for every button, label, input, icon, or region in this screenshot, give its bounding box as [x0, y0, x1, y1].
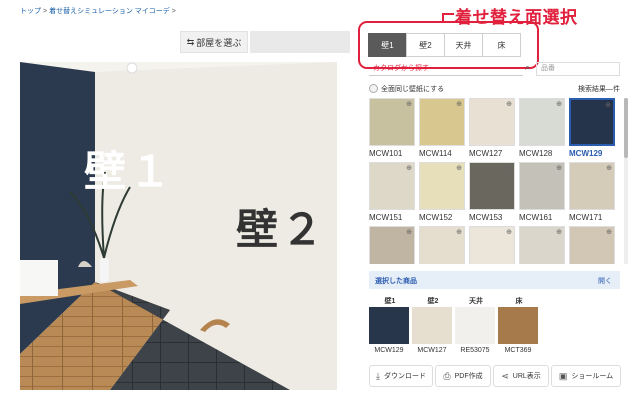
swatch-code: MCW152: [419, 213, 453, 222]
swatch-code: MCW151: [369, 213, 403, 222]
toolbar-spacer: [250, 31, 350, 53]
breadcrumb-trail-end: >: [171, 8, 176, 15]
selected-code: RE53075: [460, 347, 490, 354]
wallpaper-swatch[interactable]: ⊕: [369, 226, 415, 264]
surface-tabs: 壁1 壁2 天井 床: [368, 33, 521, 57]
swap-arrows-icon: ⇆: [186, 36, 194, 47]
breadcrumb-home[interactable]: トップ: [20, 8, 41, 15]
zoom-icon[interactable]: ⊕: [456, 228, 462, 236]
same-wallpaper-label[interactable]: 全面同じ壁紙にする: [381, 84, 444, 94]
selected-swatch[interactable]: [498, 307, 538, 344]
swatch-code: MCW161: [519, 213, 553, 222]
search-icon[interactable]: ⌕: [525, 62, 530, 73]
wallpaper-swatch[interactable]: ⊕: [569, 226, 615, 264]
wall-1-label: 壁１: [84, 148, 175, 195]
tab-wall-1[interactable]: 壁1: [368, 33, 407, 57]
swatch-code: MCW128: [519, 149, 553, 158]
wallpaper-swatch[interactable]: ⊕: [569, 98, 615, 146]
zoom-icon[interactable]: ⊕: [506, 164, 512, 172]
swatch-code: MCW153: [469, 213, 503, 222]
room-select-label: 部屋を選ぶ: [196, 37, 242, 48]
sku-search-input[interactable]: 品番: [536, 62, 620, 76]
swatch-code: MCW129: [569, 149, 603, 158]
swatch-code: MCW127: [469, 149, 503, 158]
swatch-grid: ⊕ MCW101 ⊕ MCW114 ⊕ MCW127 ⊕ MCW128 ⊕ MCW129 ⊕ MCW1…: [369, 98, 622, 264]
selected-code: MCW129: [374, 347, 404, 354]
selected-swatch[interactable]: [412, 307, 452, 344]
wallpaper-swatch[interactable]: ⊕: [469, 98, 515, 146]
swatch-code: MCW171: [569, 213, 603, 222]
swatch-code: MCW101: [369, 149, 403, 158]
wallpaper-swatch[interactable]: ⊕: [419, 98, 465, 146]
swatch-code: MCW114: [419, 149, 452, 158]
zoom-icon[interactable]: ⊕: [605, 101, 611, 109]
breadcrumb: トップ > 着せ替えシミュレーション マイコーデ >: [20, 8, 176, 15]
tab-ceiling[interactable]: 天井: [444, 33, 483, 57]
options-row: 全面同じ壁紙にする 検索結果―件: [369, 83, 620, 95]
zoom-icon[interactable]: ⊕: [556, 228, 562, 236]
selected-products-header: 選択した商品 開く: [369, 271, 620, 289]
wallpaper-swatch[interactable]: ⊕: [469, 226, 515, 264]
wallpaper-swatch[interactable]: ⊕: [369, 98, 415, 146]
selected-code: MCW127: [417, 347, 447, 354]
action-button[interactable]: ⎙ PDF作成: [435, 365, 491, 387]
action-button[interactable]: ⋖ URL表示: [493, 365, 549, 387]
wallpaper-swatch[interactable]: ⊕: [469, 162, 515, 210]
microwave: [20, 260, 58, 296]
tab-floor[interactable]: 床: [482, 33, 521, 57]
zoom-icon[interactable]: ⊕: [456, 164, 462, 172]
wall-2-label: 壁２: [236, 206, 327, 253]
catalog-search-link[interactable]: カタログから探す: [369, 62, 523, 76]
tab-wall-2[interactable]: 壁2: [406, 33, 445, 57]
swatch-scrollbar[interactable]: [624, 98, 628, 264]
wallpaper-swatch[interactable]: ⊕: [519, 226, 565, 264]
selected-products-title: 選択した商品: [375, 278, 417, 285]
wallpaper-swatch[interactable]: ⊕: [519, 162, 565, 210]
zoom-icon[interactable]: ⊕: [406, 228, 412, 236]
simulator-page: トップ > 着せ替えシミュレーション マイコーデ > ⇆ 部屋を選ぶ 着せ替え面選択 …: [0, 0, 640, 403]
wallpaper-swatch[interactable]: ⊕: [419, 226, 465, 264]
zoom-icon[interactable]: ⊕: [606, 164, 612, 172]
selected-surface-label: 壁2: [427, 298, 439, 305]
breadcrumb-parent[interactable]: 着せ替えシミュレーション マイコーデ: [49, 8, 170, 15]
search-row: カタログから探す ⌕ 品番: [369, 62, 620, 76]
selected-swatch[interactable]: [369, 307, 409, 344]
wallpaper-swatch[interactable]: ⊕: [369, 162, 415, 210]
zoom-icon[interactable]: ⊕: [456, 100, 462, 108]
room-preview: 壁１ 壁２: [20, 62, 337, 390]
selected-surface-label: 床: [515, 298, 523, 305]
selected-code: MCT369: [504, 347, 532, 354]
wallpaper-swatch[interactable]: ⊕: [419, 162, 465, 210]
selected-products-toggle[interactable]: 開く: [598, 276, 612, 286]
action-button[interactable]: ⤓ ダウンロード: [369, 365, 433, 387]
action-buttons: ⤓ ダウンロード ⎙ PDF作成 ⋖ URL表示 ▣ ショールーム: [369, 365, 622, 387]
zoom-icon[interactable]: ⊕: [556, 100, 562, 108]
action-label: URL表示: [512, 373, 541, 380]
selected-swatch[interactable]: [455, 307, 495, 344]
showroom-icon: ▣: [558, 370, 568, 381]
printer-icon: ⎙: [443, 370, 451, 381]
result-count: 検索結果―件: [578, 86, 620, 93]
zoom-icon[interactable]: ⊕: [556, 164, 562, 172]
selected-surface-label: 天井: [469, 298, 483, 305]
share-icon: ⋖: [501, 370, 509, 381]
same-wallpaper-radio[interactable]: [369, 84, 378, 93]
vase: [100, 258, 109, 282]
zoom-icon[interactable]: ⊕: [506, 228, 512, 236]
zoom-icon[interactable]: ⊕: [606, 228, 612, 236]
wallpaper-swatch[interactable]: ⊕: [569, 162, 615, 210]
action-button[interactable]: ▣ ショールーム: [551, 365, 621, 387]
scrollbar-thumb[interactable]: [624, 98, 628, 158]
zoom-icon[interactable]: ⊕: [406, 164, 412, 172]
zoom-icon[interactable]: ⊕: [406, 100, 412, 108]
room-select-button[interactable]: ⇆ 部屋を選ぶ: [180, 31, 248, 53]
action-label: PDF作成: [454, 373, 483, 380]
zoom-icon[interactable]: ⊕: [506, 100, 512, 108]
action-label: ダウンロード: [383, 373, 426, 380]
wallpaper-swatch[interactable]: ⊕: [519, 98, 565, 146]
selected-surface-label: 壁1: [384, 298, 396, 305]
download-icon: ⤓: [376, 370, 380, 381]
action-label: ショールーム: [571, 373, 614, 380]
ceiling-light: [126, 62, 138, 74]
